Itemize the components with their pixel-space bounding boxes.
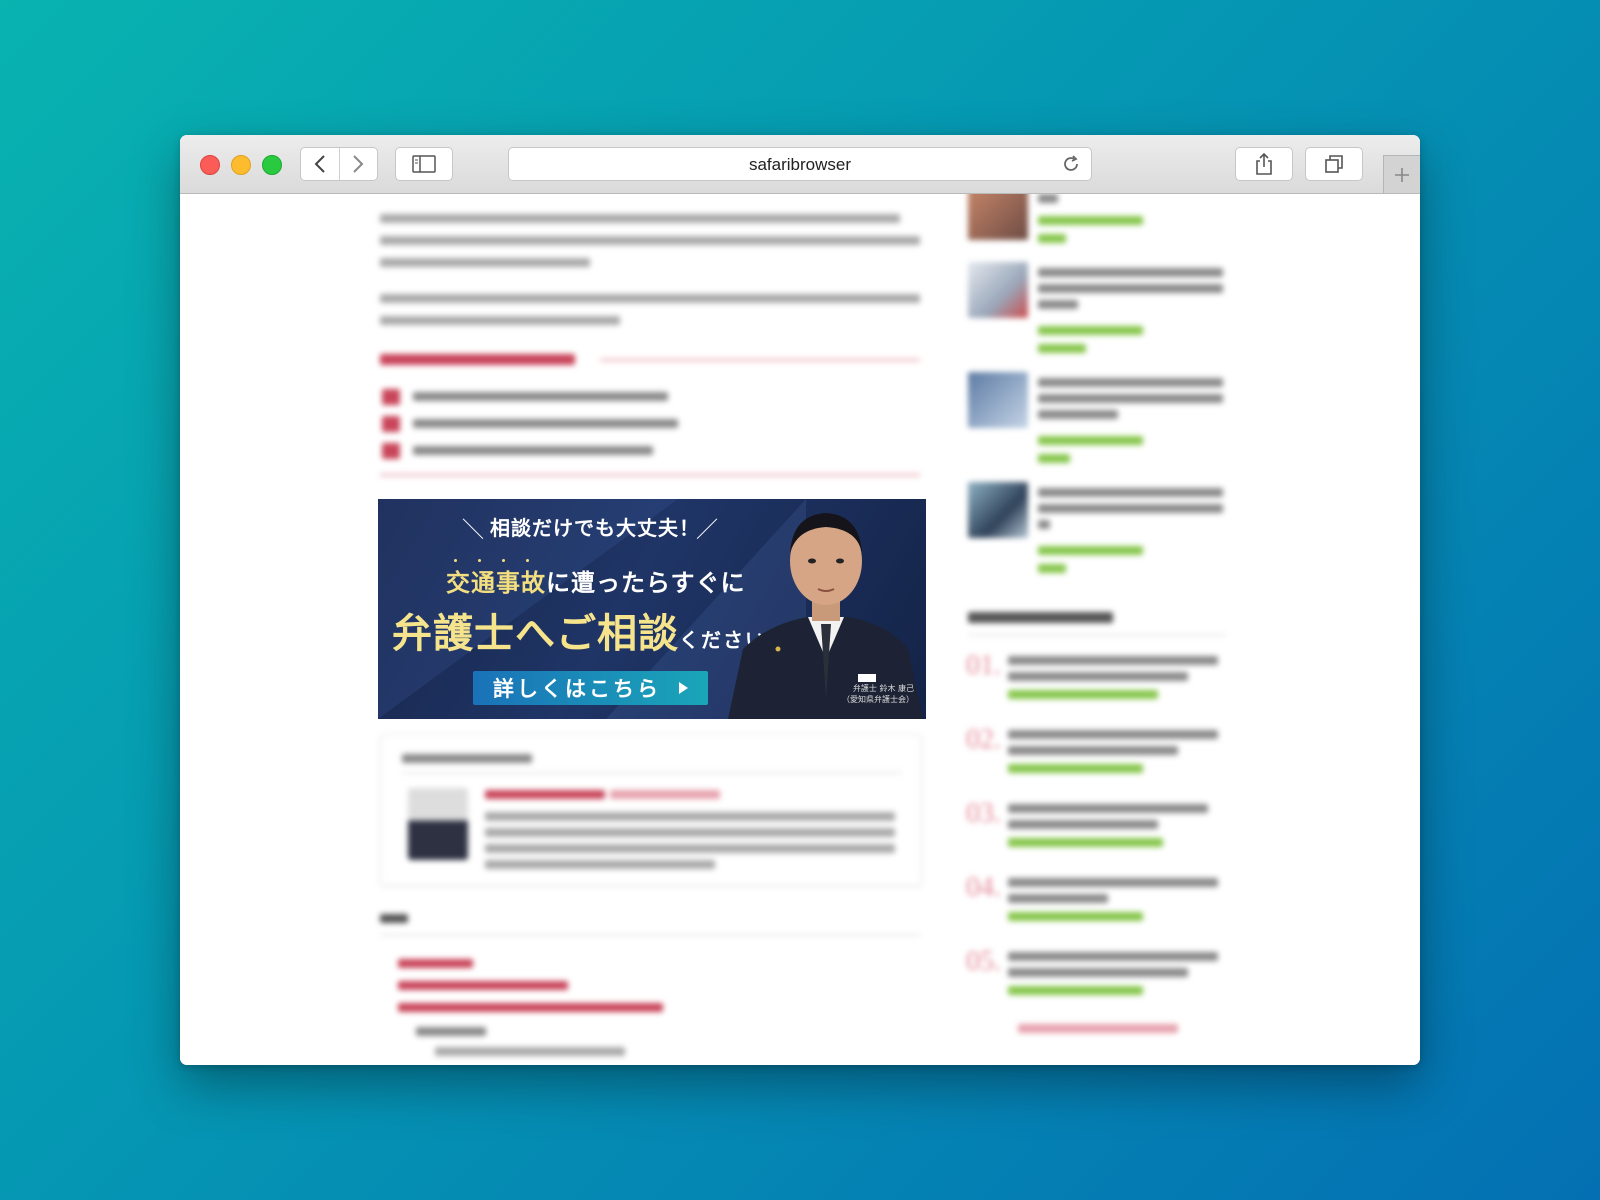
close-window-button[interactable] — [200, 155, 220, 175]
rank-number: 03. — [966, 798, 1001, 829]
sidebar-icon — [412, 155, 436, 173]
text-line — [380, 214, 900, 223]
page-content: ＼ 相談だけでも大丈夫！ ／ 交通事故に遭ったらすぐに 弁護士へご相談ください … — [180, 194, 1420, 1065]
rank-number: 02. — [966, 724, 1001, 755]
checklist-item — [413, 446, 653, 455]
share-button[interactable] — [1235, 147, 1293, 181]
share-icon — [1256, 152, 1272, 175]
article-thumbnail[interactable] — [968, 482, 1028, 538]
backslash-icon: ＼ — [462, 518, 485, 543]
section-heading — [380, 354, 575, 365]
checkbox-icon — [382, 443, 400, 459]
text-line — [380, 316, 620, 325]
address-bar[interactable]: safaribrowser — [508, 147, 1092, 181]
checklist-item — [413, 392, 668, 401]
banner-subtitle: 相談だけでも大丈夫！ — [490, 516, 700, 540]
tabs-overview-button[interactable] — [1305, 147, 1363, 181]
zoom-window-button[interactable] — [262, 155, 282, 175]
chevron-left-icon — [314, 155, 325, 173]
text-line — [380, 236, 920, 245]
rank-number: 05. — [966, 946, 1001, 977]
avatar — [408, 788, 468, 860]
reload-icon[interactable] — [1061, 154, 1081, 174]
ranking-heading — [968, 612, 1113, 623]
text-line — [380, 258, 590, 267]
navigation-buttons — [300, 147, 378, 181]
article-thumbnail[interactable] — [968, 372, 1028, 428]
text-line — [380, 294, 920, 303]
address-text: safaribrowser — [748, 155, 852, 174]
checkbox-icon — [382, 416, 400, 432]
checkbox-icon — [382, 389, 400, 405]
checklist-item — [413, 419, 678, 428]
back-button[interactable] — [301, 148, 339, 180]
banner-headline-1: 交通事故に遭ったらすぐに — [446, 569, 746, 597]
rank-number: 01. — [966, 650, 1001, 681]
lawyer-caption: 弁護士 鈴木 康己 （愛知県弁護士会） — [842, 684, 914, 704]
forward-button[interactable] — [338, 148, 378, 180]
sidebar-button[interactable] — [395, 147, 453, 181]
plus-icon — [1395, 167, 1409, 182]
divider — [380, 474, 920, 476]
toolbar: safaribrowser — [180, 135, 1420, 194]
tabs-icon — [1325, 155, 1343, 173]
divider — [600, 359, 920, 361]
chevron-right-icon — [353, 155, 364, 173]
play-arrow-icon — [679, 682, 688, 694]
rank-number: 04. — [966, 872, 1001, 903]
article-thumbnail[interactable] — [968, 262, 1028, 318]
details-button[interactable]: 詳しくはこちら — [473, 671, 708, 705]
new-tab-button[interactable] — [1383, 155, 1420, 193]
browser-window: safaribrowser ＼ 相談だけでも大丈夫！ ／ 交通事故に遭ったらすぐ… — [180, 135, 1420, 1065]
minimize-window-button[interactable] — [231, 155, 251, 175]
more-ranking-link[interactable] — [1018, 1024, 1178, 1033]
consultation-banner[interactable]: ＼ 相談だけでも大丈夫！ ／ 交通事故に遭ったらすぐに 弁護士へご相談ください … — [378, 499, 926, 719]
